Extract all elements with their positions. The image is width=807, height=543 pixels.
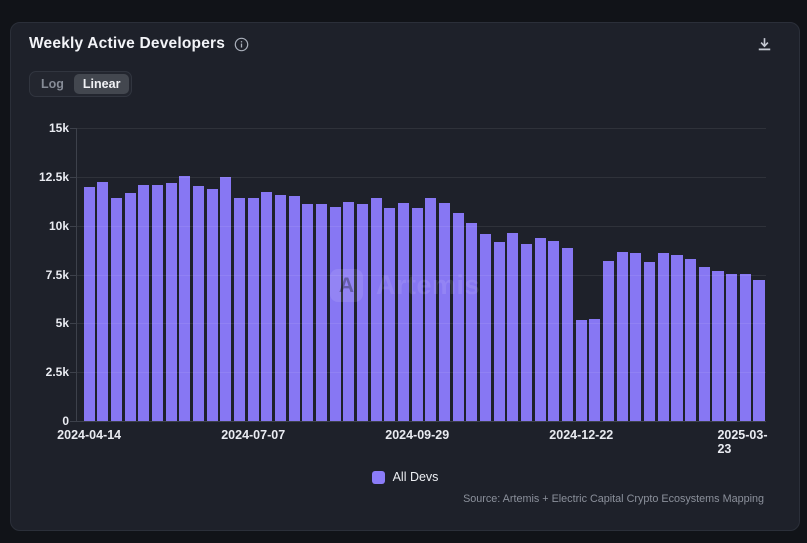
gridline xyxy=(76,128,766,129)
x-axis-label: 2024-04-14 xyxy=(57,428,121,442)
gridline xyxy=(76,323,766,324)
bar[interactable] xyxy=(671,255,682,421)
x-axis-line xyxy=(76,421,766,422)
bar[interactable] xyxy=(220,177,231,421)
bar[interactable] xyxy=(371,198,382,421)
bar[interactable] xyxy=(138,185,149,421)
bar[interactable] xyxy=(494,242,505,421)
y-axis-label: 2.5k xyxy=(11,365,69,379)
legend-label[interactable]: All Devs xyxy=(393,470,439,484)
y-axis-label: 10k xyxy=(11,219,69,233)
bar[interactable] xyxy=(111,198,122,421)
bar[interactable] xyxy=(589,319,600,421)
bar[interactable] xyxy=(726,274,737,421)
y-axis-line xyxy=(76,128,77,421)
bar[interactable] xyxy=(439,203,450,421)
bar[interactable] xyxy=(658,253,669,421)
bar[interactable] xyxy=(330,207,341,421)
bar[interactable] xyxy=(166,183,177,421)
bar[interactable] xyxy=(699,267,710,421)
y-axis-label: 0 xyxy=(11,414,69,428)
x-axis-label: 2024-09-29 xyxy=(385,428,449,442)
legend: All Devs xyxy=(11,470,799,484)
bar[interactable] xyxy=(535,238,546,421)
bar[interactable] xyxy=(97,182,108,421)
bar[interactable] xyxy=(753,280,764,421)
bar[interactable] xyxy=(152,185,163,421)
chart-area: 0 2.5k 5k 7.5k 10k 12.5k 15k 2024-04-14 2024-07-… xyxy=(11,23,801,532)
bar[interactable] xyxy=(398,203,409,421)
bar[interactable] xyxy=(248,198,259,421)
bar[interactable] xyxy=(466,223,477,421)
bar[interactable] xyxy=(576,320,587,421)
y-axis-label: 5k xyxy=(11,316,69,330)
bar[interactable] xyxy=(275,195,286,421)
gridline xyxy=(76,372,766,373)
bar[interactable] xyxy=(302,204,313,421)
bar[interactable] xyxy=(712,271,723,421)
bar[interactable] xyxy=(507,233,518,421)
bar[interactable] xyxy=(125,193,136,421)
bar[interactable] xyxy=(316,204,327,421)
bar[interactable] xyxy=(480,234,491,421)
bar[interactable] xyxy=(521,244,532,421)
bar[interactable] xyxy=(685,259,696,421)
bar[interactable] xyxy=(425,198,436,421)
bar[interactable] xyxy=(384,208,395,421)
bar[interactable] xyxy=(740,274,751,421)
gridline xyxy=(76,226,766,227)
y-axis-label: 12.5k xyxy=(11,170,69,184)
bar[interactable] xyxy=(343,202,354,421)
bar[interactable] xyxy=(193,186,204,421)
gridline xyxy=(76,177,766,178)
bar[interactable] xyxy=(548,241,559,421)
bar[interactable] xyxy=(630,253,641,421)
x-axis-label: 2025-03-23 xyxy=(717,428,773,456)
x-axis-label: 2024-07-07 xyxy=(221,428,285,442)
bar[interactable] xyxy=(207,189,218,421)
bar[interactable] xyxy=(179,176,190,421)
bar[interactable] xyxy=(289,196,300,421)
bar[interactable] xyxy=(603,261,614,421)
bar[interactable] xyxy=(453,213,464,421)
bar[interactable] xyxy=(234,198,245,421)
bar[interactable] xyxy=(412,208,423,421)
bar[interactable] xyxy=(644,262,655,421)
source-attribution: Source: Artemis + Electric Capital Crypt… xyxy=(463,493,764,505)
y-axis-label: 7.5k xyxy=(11,268,69,282)
bar[interactable] xyxy=(84,187,95,421)
y-axis-label: 15k xyxy=(11,121,69,135)
gridline xyxy=(76,275,766,276)
bar[interactable] xyxy=(617,252,628,421)
legend-swatch xyxy=(372,471,385,484)
x-axis-label: 2024-12-22 xyxy=(549,428,613,442)
bar[interactable] xyxy=(357,204,368,421)
chart-card: Weekly Active Developers Log Linear 02.5… xyxy=(10,22,800,531)
